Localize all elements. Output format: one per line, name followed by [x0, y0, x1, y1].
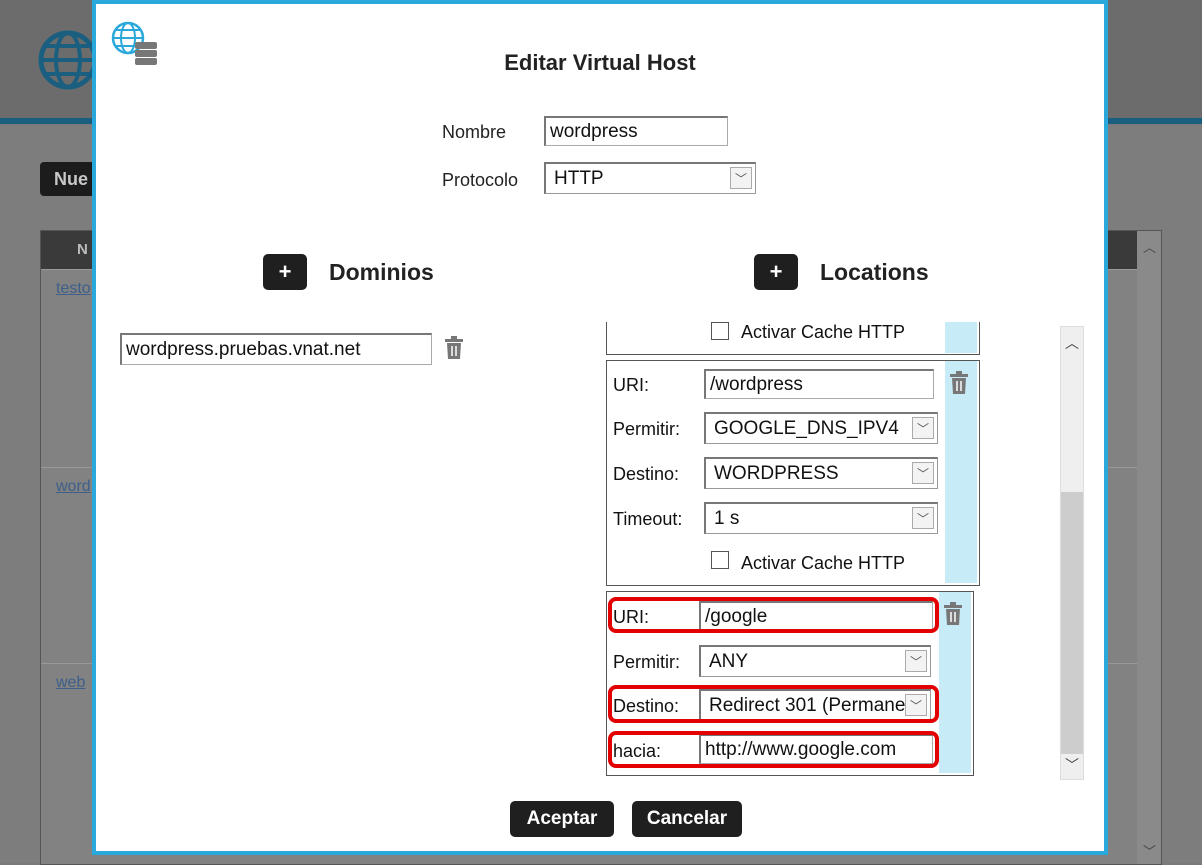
scroll-up-icon[interactable]: ︿: [1143, 237, 1156, 256]
scroll-down-icon[interactable]: ﹀: [1143, 841, 1156, 860]
location-item-partial: Activar Cache HTTP: [606, 322, 980, 355]
location-side-panel: [945, 322, 977, 353]
edit-virtual-host-dialog: Editar Virtual Host Nombre wordpress Pro…: [92, 0, 1108, 855]
accept-button[interactable]: Aceptar: [510, 801, 614, 837]
highlight-hacia: [608, 731, 939, 768]
domain-input[interactable]: wordpress.pruebas.vnat.net: [120, 333, 432, 365]
add-domain-button[interactable]: +: [263, 254, 307, 290]
delete-location-trash-icon[interactable]: [949, 371, 969, 395]
destino-select[interactable]: WORDPRESS ﹀: [704, 457, 938, 489]
cache-checkbox[interactable]: [711, 322, 729, 340]
highlight-uri: [608, 597, 939, 633]
destino-label: Destino:: [613, 464, 680, 484]
background-new-button[interactable]: Nue: [40, 162, 100, 196]
destino-select-value: WORDPRESS: [714, 463, 839, 484]
dominios-title: Dominios: [329, 259, 434, 285]
cancel-button[interactable]: Cancelar: [632, 801, 742, 837]
location-item-wordpress: URI: /wordpress Permitir: GOOGLE_DNS_IPV…: [606, 360, 980, 586]
permitir-label: Permitir:: [613, 419, 680, 439]
permitir-select[interactable]: GOOGLE_DNS_IPV4 ﹀: [704, 412, 938, 444]
scroll-up-icon[interactable]: ︿: [1065, 333, 1079, 353]
background-table-scrollbar[interactable]: ︿ ﹀: [1137, 231, 1161, 864]
protocolo-label: Protocolo: [442, 170, 519, 190]
highlight-destino: [608, 685, 939, 723]
cache-label: Activar Cache HTTP: [741, 322, 906, 342]
row-link[interactable]: web: [56, 674, 85, 692]
timeout-label: Timeout:: [613, 509, 683, 529]
chevron-down-icon[interactable]: ﹀: [912, 507, 934, 529]
chevron-down-icon[interactable]: ﹀: [912, 417, 934, 439]
protocolo-select-value: HTTP: [554, 168, 604, 189]
permitir-select-value: ANY: [709, 651, 749, 672]
chevron-down-icon[interactable]: ﹀: [912, 462, 934, 484]
locations-scroll-thumb[interactable]: [1061, 492, 1083, 754]
permitir-select-value: GOOGLE_DNS_IPV4: [714, 418, 899, 439]
uri-label: URI:: [613, 375, 649, 395]
permitir-label: Permitir:: [613, 652, 680, 672]
permitir-select[interactable]: ANY ﹀: [699, 645, 931, 677]
background-table-header-label: N: [77, 241, 88, 258]
row-link[interactable]: testo: [56, 280, 91, 298]
protocolo-select[interactable]: HTTP ﹀: [544, 162, 756, 194]
add-location-button[interactable]: +: [754, 254, 798, 290]
chevron-down-icon[interactable]: ﹀: [905, 650, 927, 672]
app-logo-icon: [38, 30, 100, 97]
locations-scrollbar[interactable]: ︿ ﹀: [1060, 326, 1084, 780]
cache-checkbox[interactable]: [711, 551, 729, 569]
delete-location-trash-icon[interactable]: [943, 602, 963, 626]
nombre-input[interactable]: wordpress: [544, 116, 728, 146]
uri-input[interactable]: /wordpress: [704, 369, 934, 399]
timeout-select[interactable]: 1 s ﹀: [704, 502, 938, 534]
chevron-down-icon[interactable]: ﹀: [730, 167, 752, 189]
locations-title: Locations: [820, 259, 929, 285]
delete-domain-trash-icon[interactable]: [444, 336, 464, 360]
scroll-down-icon[interactable]: ﹀: [1065, 755, 1079, 775]
cache-label: Activar Cache HTTP: [741, 553, 906, 573]
timeout-select-value: 1 s: [714, 508, 740, 529]
row-link[interactable]: word: [56, 478, 91, 496]
nombre-label: Nombre: [442, 122, 507, 142]
dialog-title: Editar Virtual Host: [504, 50, 696, 75]
